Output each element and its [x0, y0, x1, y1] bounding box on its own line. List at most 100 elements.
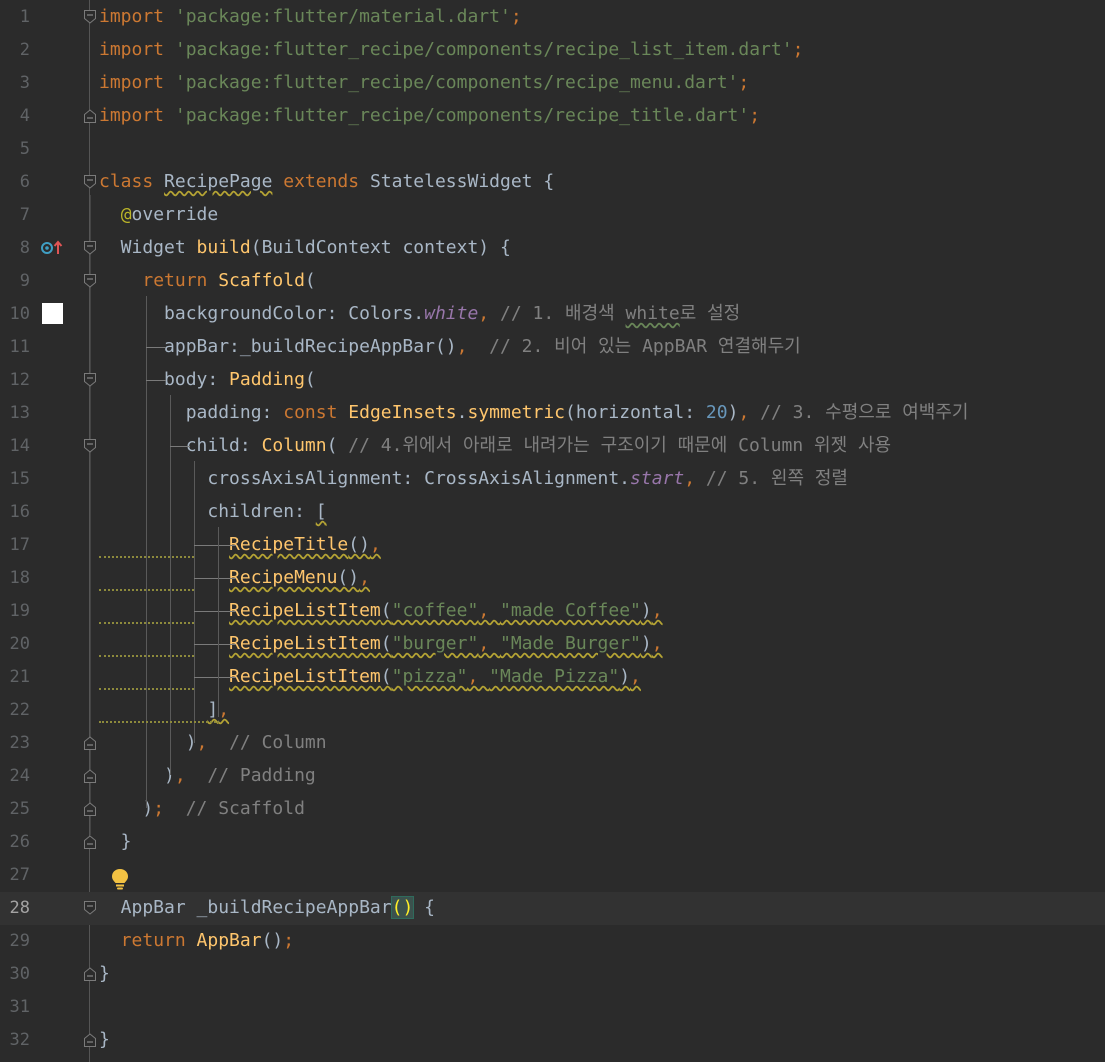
- line-number[interactable]: 2: [0, 40, 30, 60]
- code-line[interactable]: 25 ); // Scaffold: [0, 793, 1105, 826]
- line-number[interactable]: 31: [0, 997, 30, 1017]
- line-number[interactable]: 17: [0, 535, 30, 555]
- line-number[interactable]: 15: [0, 469, 30, 489]
- code-text[interactable]: return AppBar();: [99, 930, 294, 952]
- code-line[interactable]: 5: [0, 133, 1105, 166]
- code-text[interactable]: import 'package:flutter_recipe/component…: [99, 105, 760, 127]
- code-text[interactable]: body: Padding(: [99, 369, 316, 391]
- code-text[interactable]: ), // Column: [99, 732, 327, 754]
- line-number[interactable]: 5: [0, 139, 30, 159]
- code-editor[interactable]: 1 import 'package:flutter/material.dart';…: [0, 0, 1105, 1062]
- code-line[interactable]: 14 child: Column( // 4.위에서 아래로 내려가는 구조이기…: [0, 430, 1105, 463]
- line-number[interactable]: 4: [0, 106, 30, 126]
- code-text[interactable]: }: [99, 963, 110, 985]
- white-color-swatch-icon[interactable]: [42, 303, 63, 324]
- code-line[interactable]: 1 import 'package:flutter/material.dart';: [0, 1, 1105, 34]
- line-number[interactable]: 16: [0, 502, 30, 522]
- code-line[interactable]: 24 ), // Padding: [0, 760, 1105, 793]
- line-number[interactable]: 18: [0, 568, 30, 588]
- code-line[interactable]: 3 import 'package:flutter_recipe/componen…: [0, 67, 1105, 100]
- code-line[interactable]: 15 crossAxisAlignment: CrossAxisAlignmen…: [0, 463, 1105, 496]
- code-text[interactable]: crossAxisAlignment: CrossAxisAlignment.s…: [99, 468, 848, 490]
- code-line[interactable]: 16 children: [: [0, 496, 1105, 529]
- line-number[interactable]: 10: [0, 304, 30, 324]
- code-line[interactable]: 26 }: [0, 826, 1105, 859]
- line-number[interactable]: 7: [0, 205, 30, 225]
- fold-end-icon[interactable]: [84, 769, 96, 783]
- lightbulb-intention-icon[interactable]: [110, 867, 130, 896]
- fold-collapse-icon[interactable]: [84, 439, 96, 453]
- line-number[interactable]: 14: [0, 436, 30, 456]
- line-number[interactable]: 24: [0, 766, 30, 786]
- code-text[interactable]: @override: [99, 204, 219, 226]
- code-token: symmetric: [467, 402, 566, 423]
- line-number[interactable]: 27: [0, 865, 30, 885]
- fold-collapse-icon[interactable]: [84, 274, 96, 288]
- code-token: ,: [456, 336, 490, 357]
- code-text[interactable]: class RecipePage extends StatelessWidget…: [99, 171, 554, 193]
- line-number[interactable]: 26: [0, 832, 30, 852]
- code-text[interactable]: appBar:_buildRecipeAppBar(), // 2. 비어 있는…: [99, 336, 801, 358]
- line-number[interactable]: 23: [0, 733, 30, 753]
- code-line[interactable]: 31: [0, 991, 1105, 1024]
- code-text[interactable]: import 'package:flutter_recipe/component…: [99, 72, 749, 94]
- line-number[interactable]: 13: [0, 403, 30, 423]
- code-line[interactable]: 30}: [0, 958, 1105, 991]
- code-line[interactable]: 4 import 'package:flutter_recipe/componen…: [0, 100, 1105, 133]
- fold-collapse-icon[interactable]: [84, 901, 96, 915]
- fold-end-icon[interactable]: [84, 1033, 96, 1047]
- code-text[interactable]: import 'package:flutter_recipe/component…: [99, 39, 803, 61]
- fold-end-icon[interactable]: [84, 835, 96, 849]
- line-number[interactable]: 32: [0, 1030, 30, 1050]
- line-number[interactable]: 20: [0, 634, 30, 654]
- fold-end-icon[interactable]: [84, 109, 96, 123]
- override-method-icon[interactable]: [41, 239, 65, 262]
- code-line[interactable]: 2 import 'package:flutter_recipe/componen…: [0, 34, 1105, 67]
- code-text[interactable]: ), // Padding: [99, 765, 316, 787]
- line-number[interactable]: 28: [0, 898, 30, 918]
- code-text[interactable]: child: Column( // 4.위에서 아래로 내려가는 구조이기 때문…: [99, 435, 891, 457]
- code-text[interactable]: Widget build(BuildContext context) {: [99, 237, 511, 259]
- fold-end-icon[interactable]: [84, 967, 96, 981]
- code-line[interactable]: 10 backgroundColor: Colors.white, // 1. …: [0, 298, 1105, 331]
- code-line[interactable]: 28 AppBar _buildRecipeAppBar() {: [0, 892, 1105, 925]
- code-text[interactable]: backgroundColor: Colors.white, // 1. 배경색…: [99, 303, 740, 325]
- fold-end-icon[interactable]: [84, 802, 96, 816]
- fold-collapse-icon[interactable]: [84, 10, 96, 24]
- line-number[interactable]: 22: [0, 700, 30, 720]
- fold-collapse-icon[interactable]: [84, 241, 96, 255]
- code-line[interactable]: 13 padding: const EdgeInsets.symmetric(h…: [0, 397, 1105, 430]
- code-text[interactable]: import 'package:flutter/material.dart';: [99, 6, 522, 28]
- line-number[interactable]: 8: [0, 238, 30, 258]
- fold-collapse-icon[interactable]: [84, 175, 96, 189]
- code-text[interactable]: children: [: [99, 501, 326, 523]
- code-line[interactable]: 27: [0, 859, 1105, 892]
- code-token: "made Coffee": [500, 600, 641, 621]
- code-line[interactable]: 9 return Scaffold(: [0, 265, 1105, 298]
- line-number[interactable]: 3: [0, 73, 30, 93]
- line-number[interactable]: 11: [0, 337, 30, 357]
- code-line[interactable]: 29 return AppBar();: [0, 925, 1105, 958]
- line-number[interactable]: 30: [0, 964, 30, 984]
- line-number[interactable]: 19: [0, 601, 30, 621]
- code-line[interactable]: 6 class RecipePage extends StatelessWidge…: [0, 166, 1105, 199]
- line-number[interactable]: 12: [0, 370, 30, 390]
- line-number[interactable]: 21: [0, 667, 30, 687]
- line-number[interactable]: 1: [0, 7, 30, 27]
- line-number[interactable]: 9: [0, 271, 30, 291]
- line-number[interactable]: 25: [0, 799, 30, 819]
- code-text[interactable]: ); // Scaffold: [99, 798, 305, 820]
- code-line[interactable]: 8 Widget build(BuildContext context) {: [0, 232, 1105, 265]
- line-number[interactable]: 29: [0, 931, 30, 951]
- code-text[interactable]: }: [99, 1029, 110, 1051]
- code-text[interactable]: return Scaffold(: [99, 270, 315, 292]
- fold-end-icon[interactable]: [84, 736, 96, 750]
- code-text[interactable]: AppBar _buildRecipeAppBar() {: [99, 896, 435, 919]
- line-number[interactable]: 6: [0, 172, 30, 192]
- fold-collapse-icon[interactable]: [84, 373, 96, 387]
- code-line[interactable]: 7 @override: [0, 199, 1105, 232]
- code-text[interactable]: }: [99, 831, 132, 853]
- code-text[interactable]: padding: const EdgeInsets.symmetric(hori…: [99, 402, 969, 424]
- code-line[interactable]: 23 ), // Column: [0, 727, 1105, 760]
- code-line[interactable]: 32}: [0, 1024, 1105, 1057]
